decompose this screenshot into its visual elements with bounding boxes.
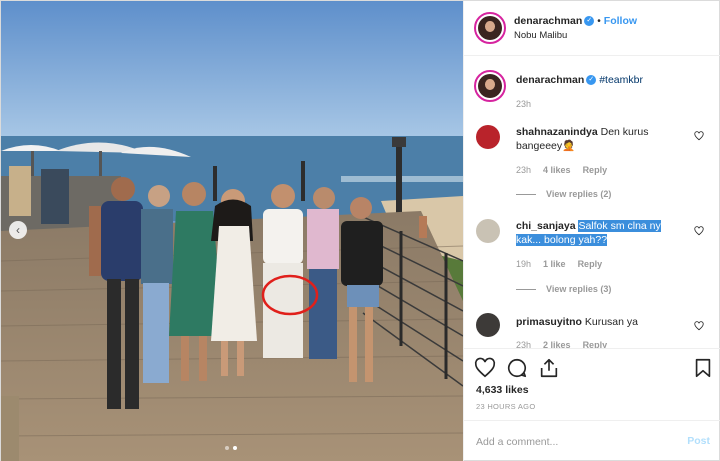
caption-avatar[interactable]: [474, 70, 506, 102]
comment-text: Kurusan ya: [584, 316, 638, 328]
heart-icon[interactable]: [694, 321, 704, 331]
comment-meta: 19h 1 like Reply: [516, 259, 602, 269]
post-timestamp[interactable]: 23 HOURS AGO: [476, 402, 535, 411]
location-link[interactable]: Nobu Malibu: [514, 30, 567, 41]
instagram-post-window: ‹ denarachman ✓ • Follow Nobu Malibu denara…: [0, 0, 720, 461]
carousel-dots: [225, 446, 237, 450]
comment-time[interactable]: 23h: [516, 165, 531, 175]
separator-dot: •: [597, 16, 601, 27]
comment-meta: 23h 2 likes Reply: [516, 340, 607, 348]
chevron-left-icon[interactable]: ‹: [9, 221, 27, 239]
comment-avatar[interactable]: [476, 313, 500, 337]
avatar[interactable]: [474, 12, 506, 44]
comments-list: denarachman ✓ #teamkbr 23h shahnazanindya…: [464, 56, 720, 348]
bookmark-icon[interactable]: [692, 357, 714, 379]
likes-count[interactable]: 4,633 likes: [476, 384, 529, 396]
verified-badge-icon: ✓: [584, 16, 595, 27]
view-replies-label: View replies (3): [546, 284, 612, 294]
comment-icon[interactable]: [506, 357, 528, 379]
comment-1: shahnazanindya Den kurus bangeeey🤦: [516, 125, 686, 153]
photo-illustration: [1, 1, 463, 461]
carousel-dot-active: [233, 446, 237, 450]
caption-hashtag[interactable]: #teamkbr: [599, 74, 643, 86]
verified-badge-icon: ✓: [586, 75, 597, 86]
caption-time[interactable]: 23h: [516, 99, 531, 109]
comment-avatar[interactable]: [476, 125, 500, 149]
post-actions: 4,633 likes 23 HOURS AGO: [464, 348, 720, 413]
caption-username[interactable]: denarachman: [516, 74, 584, 86]
comment-avatar[interactable]: [476, 219, 500, 243]
heart-icon[interactable]: [694, 131, 704, 141]
comment-likes[interactable]: 2 likes: [543, 340, 571, 348]
post-side-panel: denarachman ✓ • Follow Nobu Malibu denarach…: [463, 1, 720, 461]
comment-input[interactable]: [476, 432, 666, 452]
reply-button[interactable]: Reply: [583, 165, 608, 175]
post-header: denarachman ✓ • Follow Nobu Malibu: [464, 1, 720, 56]
comment-time[interactable]: 23h: [516, 340, 531, 348]
post-button[interactable]: Post: [687, 435, 710, 447]
comment-likes[interactable]: 1 like: [543, 259, 566, 269]
comment-username[interactable]: chi_sanjaya: [516, 220, 576, 232]
comment-3: primasuyitno Kurusan ya: [516, 315, 686, 329]
reply-button[interactable]: Reply: [578, 259, 603, 269]
view-replies-button[interactable]: View replies (2): [516, 189, 611, 199]
post-photo[interactable]: ‹: [1, 1, 463, 461]
follow-button[interactable]: Follow: [604, 15, 637, 27]
heart-icon[interactable]: [474, 357, 496, 379]
comment-username[interactable]: shahnazanindya: [516, 126, 598, 138]
comment-meta: 23h 4 likes Reply: [516, 165, 607, 175]
comment-likes[interactable]: 4 likes: [543, 165, 571, 175]
carousel-dot: [225, 446, 229, 450]
header-username[interactable]: denarachman: [514, 15, 582, 27]
comment-username[interactable]: primasuyitno: [516, 316, 582, 328]
heart-icon[interactable]: [694, 226, 704, 236]
comment-time[interactable]: 19h: [516, 259, 531, 269]
caption: denarachman ✓ #teamkbr: [516, 73, 706, 87]
comment-2: chi_sanjaya Salfok sm clna ny kak... bol…: [516, 219, 688, 247]
add-comment-bar: Post: [464, 420, 720, 461]
view-replies-label: View replies (2): [546, 189, 612, 199]
reply-button[interactable]: Reply: [583, 340, 608, 348]
view-replies-button[interactable]: View replies (3): [516, 284, 611, 294]
share-icon[interactable]: [538, 357, 560, 379]
